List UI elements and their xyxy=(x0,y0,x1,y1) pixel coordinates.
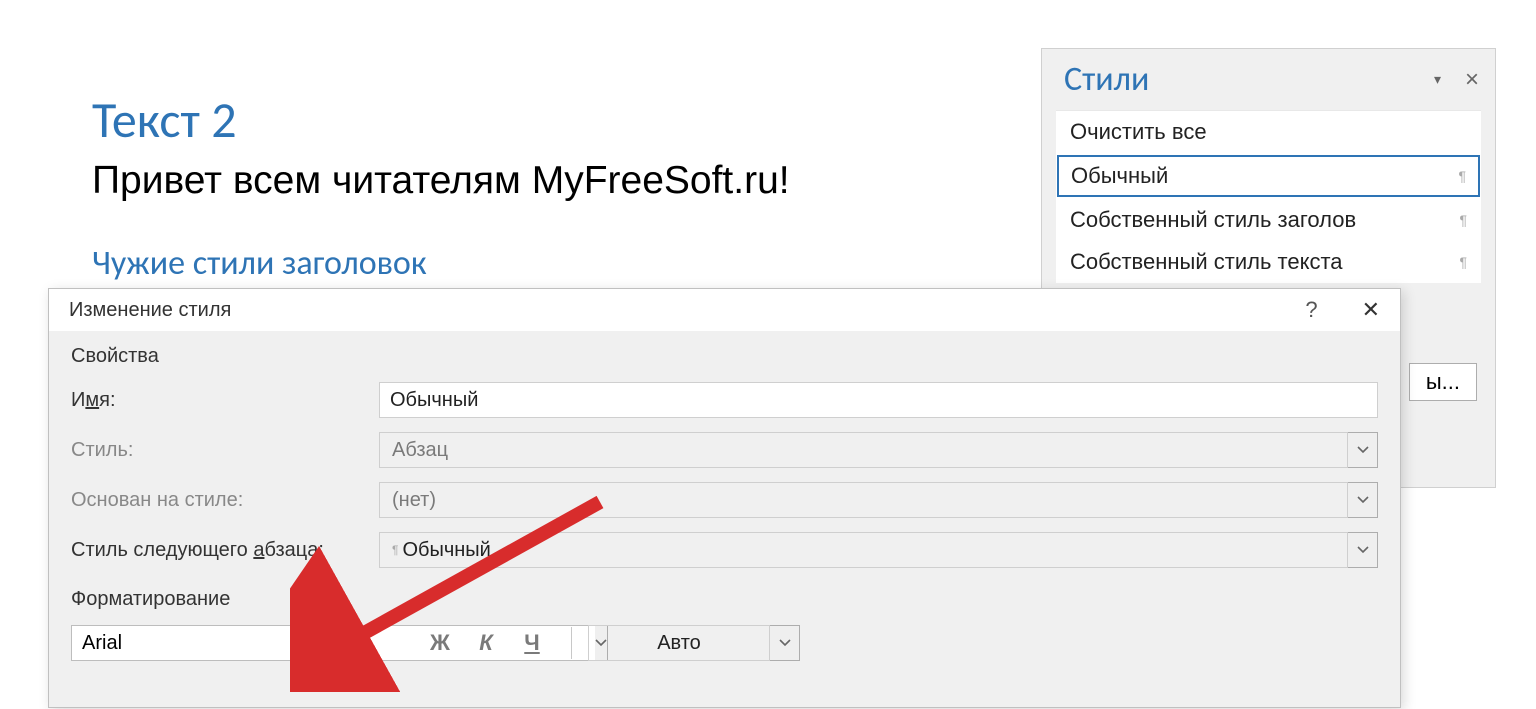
styles-pane-header: Стили ▾ × xyxy=(1042,49,1495,110)
styles-pane-title: Стили xyxy=(1064,59,1434,100)
style-item-label: Собственный стиль заголов xyxy=(1070,207,1356,233)
bold-italic-underline-group: Ж К Ч xyxy=(417,625,555,661)
dialog-titlebar: Изменение стиля ? ✕ xyxy=(49,289,1400,331)
style-item-custom-heading[interactable]: Собственный стиль заголов ¶ xyxy=(1056,199,1481,241)
underline-button[interactable]: Ч xyxy=(509,625,555,661)
styles-pane-close-icon[interactable]: × xyxy=(1465,66,1479,94)
font-color-value: Авто xyxy=(588,625,770,661)
font-color-combo[interactable]: Авто xyxy=(588,625,800,661)
style-type-row: Стиль: Абзац xyxy=(71,432,1378,468)
doc-heading: Текст 2 xyxy=(92,90,1000,151)
chevron-down-icon[interactable] xyxy=(770,625,800,661)
pilcrow-icon: ¶ xyxy=(1459,254,1467,270)
pilcrow-icon: ¶ xyxy=(1458,168,1466,184)
styles-list: Очистить все Обычный ¶ Собственный стиль… xyxy=(1056,110,1481,283)
font-combo[interactable] xyxy=(71,625,303,661)
modify-style-dialog: Изменение стиля ? ✕ Свойства Имя: Стиль:… xyxy=(48,288,1401,708)
based-on-value: (нет) xyxy=(379,482,1348,518)
pilcrow-icon: ¶ xyxy=(1459,212,1467,228)
divider xyxy=(571,627,572,659)
chevron-down-icon[interactable] xyxy=(1348,532,1378,568)
based-on-label: Основан на стиле: xyxy=(71,489,379,512)
bold-button[interactable]: Ж xyxy=(417,625,463,661)
name-input[interactable] xyxy=(379,382,1378,418)
properties-section-title: Свойства xyxy=(71,345,1378,368)
dialog-title: Изменение стиля xyxy=(69,299,1305,322)
style-type-value: Абзац xyxy=(379,432,1348,468)
name-row: Имя: xyxy=(71,382,1378,418)
size-combo[interactable] xyxy=(309,625,395,661)
styles-pane-options-icon[interactable]: ▾ xyxy=(1434,71,1441,88)
style-type-combo: Абзац xyxy=(379,432,1378,468)
style-item-label: Обычный xyxy=(1071,163,1168,189)
style-type-label: Стиль: xyxy=(71,439,379,462)
next-style-row: Стиль следующего абзаца: ¶Обычный xyxy=(71,532,1378,568)
doc-subheading: Чужие стили заголовок xyxy=(92,243,1000,284)
style-item-label: Очистить все xyxy=(1070,119,1207,145)
style-item-clear-all[interactable]: Очистить все xyxy=(1056,111,1481,153)
dialog-body: Свойства Имя: Стиль: Абзац Основан на ст… xyxy=(49,331,1400,661)
next-style-label: Стиль следующего абзаца: xyxy=(71,539,379,562)
formatting-row: Ж К Ч Авто xyxy=(71,625,1378,661)
next-style-value: ¶Обычный xyxy=(379,532,1348,568)
style-item-label: Собственный стиль текста xyxy=(1070,249,1343,275)
styles-options-button[interactable]: ы... xyxy=(1409,363,1477,401)
italic-button[interactable]: К xyxy=(463,625,509,661)
based-on-row: Основан на стиле: (нет) xyxy=(71,482,1378,518)
chevron-down-icon xyxy=(1348,482,1378,518)
style-item-custom-text[interactable]: Собственный стиль текста ¶ xyxy=(1056,241,1481,283)
formatting-section-title: Форматирование xyxy=(71,588,1378,611)
name-label: Имя: xyxy=(71,389,379,412)
dialog-help-icon[interactable]: ? xyxy=(1305,297,1317,323)
based-on-combo: (нет) xyxy=(379,482,1378,518)
dialog-close-icon[interactable]: ✕ xyxy=(1362,297,1380,323)
chevron-down-icon xyxy=(1348,432,1378,468)
style-item-normal[interactable]: Обычный ¶ xyxy=(1057,155,1480,197)
doc-text-line: Привет всем читателям MyFreeSoft.ru! xyxy=(92,159,1000,203)
next-style-combo[interactable]: ¶Обычный xyxy=(379,532,1378,568)
